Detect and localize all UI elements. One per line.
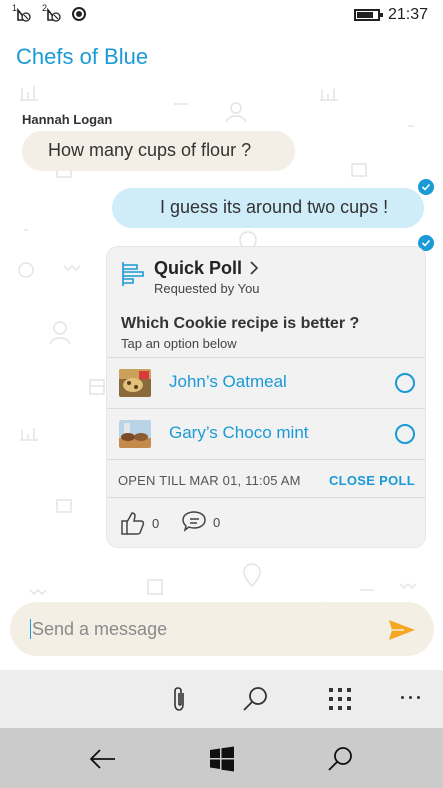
chat-title[interactable]: Chefs of Blue bbox=[16, 44, 148, 70]
back-icon bbox=[89, 749, 115, 769]
status-bar: 1 2 21:37 bbox=[0, 0, 443, 30]
chevron-right-icon[interactable] bbox=[249, 259, 259, 277]
system-search-button[interactable] bbox=[325, 744, 355, 774]
sim2-signal-icon: 2 bbox=[42, 3, 62, 22]
outgoing-message-bubble[interactable]: I guess its around two cups ! bbox=[112, 188, 424, 228]
poll-open-till: OPEN TILL MAR 01, 11:05 AM bbox=[118, 473, 301, 488]
apps-grid-icon bbox=[329, 688, 351, 710]
search-icon bbox=[243, 687, 267, 711]
thumbs-up-icon bbox=[121, 512, 145, 535]
close-poll-button[interactable]: CLOSE POLL bbox=[329, 473, 415, 488]
send-icon[interactable] bbox=[388, 618, 416, 642]
back-button[interactable] bbox=[88, 744, 118, 774]
message-composer[interactable] bbox=[10, 602, 434, 656]
comment-icon bbox=[182, 511, 206, 532]
divider bbox=[107, 497, 425, 498]
cookie-photo-icon bbox=[119, 369, 151, 397]
sim1-signal-icon: 1 bbox=[12, 3, 32, 22]
system-nav-bar bbox=[0, 728, 443, 788]
poll-option-radio[interactable] bbox=[395, 373, 415, 393]
apps-grid-button[interactable] bbox=[325, 684, 355, 714]
poll-option[interactable]: Gary’s Choco mint bbox=[107, 409, 425, 459]
recording-icon bbox=[72, 7, 86, 21]
search-icon bbox=[328, 747, 352, 771]
attach-button[interactable] bbox=[164, 684, 194, 714]
windows-button[interactable] bbox=[207, 744, 237, 774]
battery-icon bbox=[354, 9, 383, 21]
poll-question: Which Cookie recipe is better ? bbox=[121, 315, 360, 332]
message-sender: Hannah Logan bbox=[22, 112, 113, 127]
attach-icon bbox=[174, 687, 184, 711]
poll-requested-by: Requested by You bbox=[154, 281, 260, 296]
poll-option[interactable]: John’s Oatmeal bbox=[107, 358, 425, 408]
poll-title[interactable]: Quick Poll bbox=[154, 258, 242, 279]
poll-option-radio[interactable] bbox=[395, 424, 415, 444]
poll-option-label[interactable]: John’s Oatmeal bbox=[169, 372, 287, 392]
like-button[interactable]: 0 bbox=[120, 510, 159, 536]
quick-poll-card[interactable]: Quick Poll Requested by You Which Cookie… bbox=[106, 246, 426, 548]
poll-hint: Tap an option below bbox=[121, 336, 237, 351]
more-icon[interactable] bbox=[401, 696, 420, 699]
delivered-check-icon bbox=[418, 179, 434, 195]
divider bbox=[107, 459, 425, 460]
windows-icon bbox=[210, 746, 234, 772]
cookie-photo-icon bbox=[119, 420, 151, 448]
comment-count: 0 bbox=[213, 514, 221, 530]
message-input[interactable] bbox=[32, 614, 372, 644]
poll-icon bbox=[122, 262, 144, 286]
poll-option-label[interactable]: Gary’s Choco mint bbox=[169, 423, 309, 443]
comment-button[interactable]: 0 bbox=[181, 510, 220, 534]
battery-level bbox=[357, 12, 373, 18]
app-bar bbox=[0, 670, 443, 728]
search-button[interactable] bbox=[240, 684, 270, 714]
text-caret bbox=[30, 619, 31, 639]
clock: 21:37 bbox=[387, 6, 428, 23]
incoming-message-bubble[interactable]: How many cups of flour ? bbox=[22, 131, 295, 171]
like-count: 0 bbox=[152, 515, 160, 531]
